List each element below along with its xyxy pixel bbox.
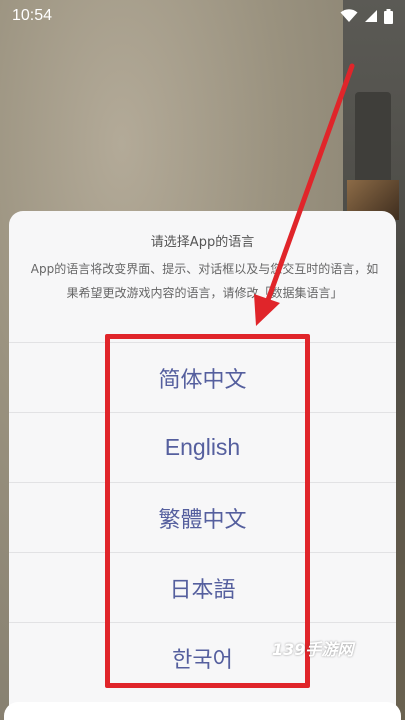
status-time: 10:54 bbox=[12, 7, 53, 24]
wifi-icon bbox=[340, 9, 358, 23]
battery-icon bbox=[384, 8, 393, 24]
signal-icon bbox=[364, 9, 378, 23]
watermark-logo: 139手游网 bbox=[272, 640, 354, 659]
dialog-message: App的语言将改变界面、提示、对话框以及与您交互时的语言，如果希望更改游戏内容的… bbox=[30, 262, 379, 300]
highlight-box bbox=[105, 334, 310, 688]
status-icons bbox=[340, 8, 393, 24]
status-bar: 10:54 bbox=[0, 0, 405, 32]
bottom-card bbox=[4, 702, 401, 720]
dialog-title: 请选择App的语言 bbox=[150, 235, 255, 250]
